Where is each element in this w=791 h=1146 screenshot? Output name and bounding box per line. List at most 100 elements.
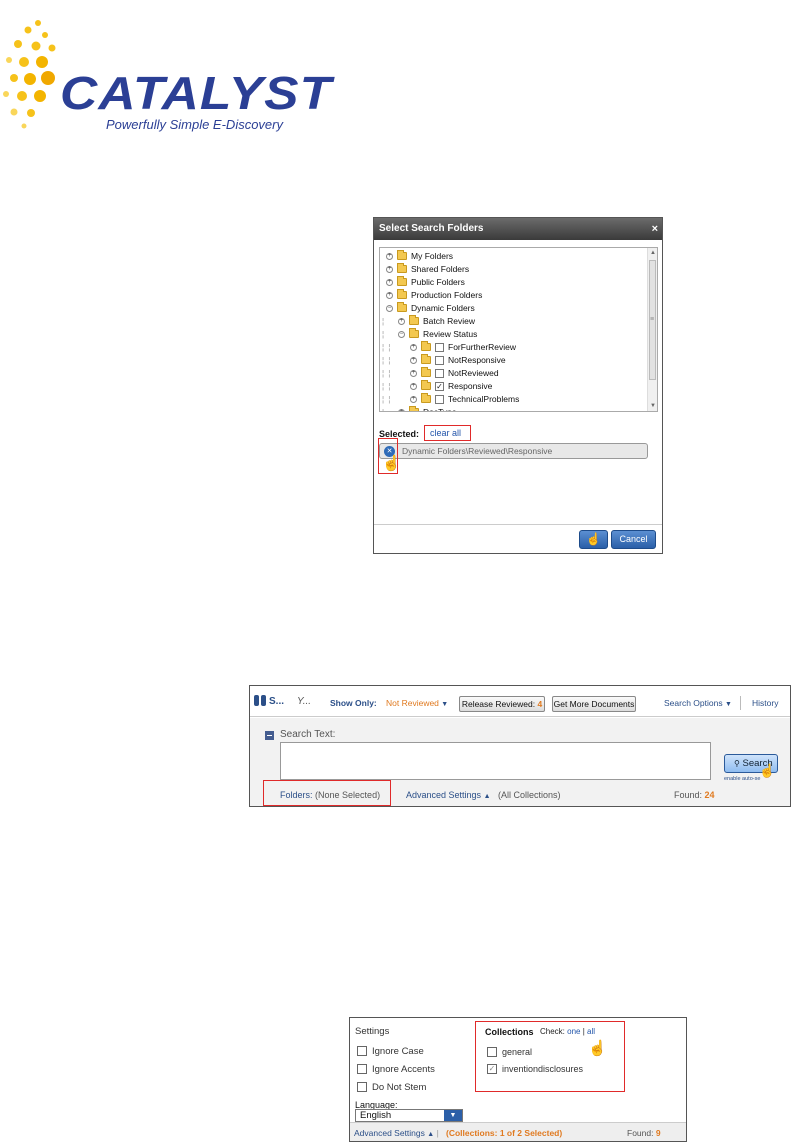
language-value: English [360, 1110, 392, 1121]
tree-node[interactable]: ¦ ¦ + ForFurtherReview [382, 341, 642, 354]
tree-node[interactable]: + Shared Folders [382, 263, 642, 276]
found-value: 24 [704, 790, 715, 800]
expand-icon[interactable]: + [398, 409, 405, 411]
clear-all-link[interactable]: clear all [424, 425, 471, 441]
scroll-down-icon[interactable]: ▼ [649, 402, 657, 410]
collection-general-checkbox[interactable] [487, 1047, 497, 1057]
ignore-accents-checkbox[interactable] [357, 1064, 367, 1074]
close-icon[interactable]: × [652, 218, 658, 240]
scroll-grip-icon: ≡ [650, 316, 655, 323]
tree-scrollbar[interactable]: ▲ ≡ ▼ [647, 248, 657, 411]
tree-node[interactable]: + Public Folders [382, 276, 642, 289]
folder-icon [409, 406, 419, 411]
tree-node-label: Dynamic Folders [411, 303, 475, 313]
tree-node[interactable]: ¦ ¦ + ✓ Responsive [382, 380, 642, 393]
history-link[interactable]: History [752, 698, 778, 708]
tree-node[interactable]: ¦ + Batch Review [382, 315, 642, 328]
settings-title: Settings [355, 1026, 390, 1037]
tree-node-label: My Folders [411, 251, 454, 261]
dialog-title-bar: Select Search Folders [374, 218, 662, 240]
expand-icon[interactable]: + [410, 396, 417, 403]
expand-icon[interactable]: + [410, 344, 417, 351]
tree-guide-lines: ¦ ¦ [382, 382, 392, 391]
show-only-dropdown[interactable]: Not Reviewed ▼ [386, 698, 448, 708]
check-links: Check: one | all [540, 1027, 595, 1036]
release-reviewed-button[interactable]: Release Reviewed: 4 [459, 696, 545, 712]
catalyst-logo: CATALYST Powerfully Simple E-Discovery [0, 18, 331, 133]
tree-guide-lines: ¦ [382, 406, 385, 411]
folder-icon [421, 354, 431, 364]
tree-node[interactable]: ¦ + DocType [382, 406, 642, 411]
selected-folder-chip: Dynamic Folders\Reviewed\Responsive [379, 443, 648, 459]
expand-icon[interactable]: + [410, 370, 417, 377]
folder-checkbox[interactable]: ✓ [435, 382, 444, 391]
check-one-link[interactable]: one [567, 1027, 580, 1036]
collapse-icon[interactable]: − [398, 331, 405, 338]
tree-guide-lines: ¦ [382, 330, 386, 339]
tree-node[interactable]: − Dynamic Folders [382, 302, 642, 315]
expand-icon[interactable]: + [410, 383, 417, 390]
folder-icon [397, 250, 407, 260]
collapse-icon[interactable]: − [386, 305, 393, 312]
search-tab[interactable]: S... [269, 696, 284, 707]
collapse-icon[interactable] [265, 731, 274, 740]
search-text-label: Search Text: [280, 729, 336, 740]
ok-button[interactable]: ☝ [579, 530, 608, 549]
expand-icon[interactable]: + [386, 266, 393, 273]
all-collections-label: (All Collections) [498, 790, 561, 800]
expand-icon[interactable]: + [386, 279, 393, 286]
magnifier-icon: ⚲ [734, 759, 740, 768]
folder-checkbox[interactable] [435, 369, 444, 378]
chevron-down-icon: ▼ [724, 701, 732, 708]
second-tab[interactable]: Y... [297, 696, 311, 707]
do-not-stem-checkbox[interactable] [357, 1082, 367, 1092]
found-label: Found: [627, 1128, 654, 1138]
expand-icon[interactable]: + [386, 253, 393, 260]
release-reviewed-label: Release Reviewed: [461, 699, 536, 709]
folder-icon [409, 315, 419, 325]
folder-icon [409, 328, 419, 338]
tree-guide-lines: ¦ [382, 317, 386, 326]
hand-cursor-icon: ☝ [586, 532, 601, 546]
ignore-case-checkbox[interactable] [357, 1046, 367, 1056]
get-more-documents-button[interactable]: Get More Documents [552, 696, 636, 712]
do-not-stem-label: Do Not Stem [372, 1082, 427, 1093]
search-options-dropdown[interactable]: Search Options ▼ [664, 698, 732, 708]
tree-node[interactable]: ¦ ¦ + NotResponsive [382, 354, 642, 367]
tree-node[interactable]: + Production Folders [382, 289, 642, 302]
search-toolbar: S... Y... Show Only: Not Reviewed ▼ Rele… [250, 686, 790, 717]
folder-checkbox[interactable] [435, 356, 444, 365]
expand-icon[interactable]: + [398, 318, 405, 325]
dialog-title: Select Search Folders [379, 223, 484, 234]
tree-node[interactable]: + My Folders [382, 250, 642, 263]
folder-checkbox[interactable] [435, 395, 444, 404]
tree-node[interactable]: ¦ ¦ + NotReviewed [382, 367, 642, 380]
advanced-settings-label: Advanced Settings [406, 790, 482, 800]
collection-inventiondisclosures-checkbox[interactable]: ✓ [487, 1064, 497, 1074]
language-select[interactable]: English ▼ [355, 1109, 463, 1122]
show-only-value: Not Reviewed [386, 698, 439, 708]
scroll-up-icon[interactable]: ▲ [649, 249, 657, 257]
tree-node-label: NotResponsive [448, 355, 506, 365]
tree-node[interactable]: ¦ − Review Status [382, 328, 642, 341]
advanced-settings-toggle[interactable]: Advanced Settings ▲ [406, 790, 491, 800]
cancel-button[interactable]: Cancel [611, 530, 656, 549]
search-button[interactable]: ⚲ Search ☝ [724, 754, 778, 778]
search-panel: S... Y... Show Only: Not Reviewed ▼ Rele… [249, 685, 791, 807]
expand-icon[interactable]: + [386, 292, 393, 299]
search-text-input[interactable] [280, 742, 711, 780]
found-count: Found: 9 [627, 1128, 661, 1138]
tree-node[interactable]: ¦ ¦ + TechnicalProblems [382, 393, 642, 406]
tree-node-label: Review Status [423, 329, 478, 339]
tree-node-label: Production Folders [411, 290, 483, 300]
tree-guide-lines: ¦ ¦ [382, 369, 392, 378]
hand-cursor-icon: ☝ [382, 455, 401, 472]
enable-auto-select-link[interactable]: enable auto-se [724, 776, 760, 782]
folder-icon [421, 380, 431, 390]
advanced-settings-toggle[interactable]: Advanced Settings ▲ | [354, 1128, 439, 1138]
binoculars-icon [254, 695, 267, 706]
folder-checkbox[interactable] [435, 343, 444, 352]
check-all-link[interactable]: all [587, 1027, 595, 1036]
advanced-settings-label: Advanced Settings [354, 1128, 425, 1138]
expand-icon[interactable]: + [410, 357, 417, 364]
